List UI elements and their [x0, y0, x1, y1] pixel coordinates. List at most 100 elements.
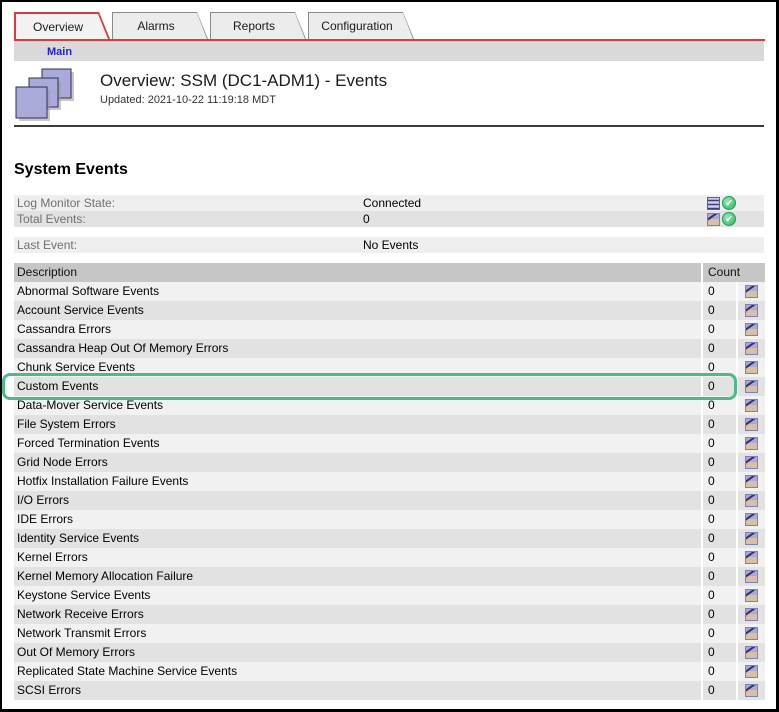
event-chart-cell: [738, 586, 765, 605]
event-count: 0: [703, 510, 736, 529]
header-divider: [14, 125, 764, 127]
chart-line: [746, 419, 757, 427]
chart-icon[interactable]: [745, 361, 758, 374]
chart-icon[interactable]: [745, 532, 758, 545]
event-count: 0: [703, 548, 736, 567]
log-file-icon[interactable]: [707, 196, 720, 210]
page-header: Overview: SSM (DC1-ADM1) - Events Update…: [14, 67, 764, 121]
event-chart-cell: [738, 453, 765, 472]
event-description: Forced Termination Events: [14, 434, 701, 453]
event-description: I/O Errors: [14, 491, 701, 510]
summary-row: Total Events: 0 ✔: [14, 211, 764, 227]
event-row: Out Of Memory Errors 0: [14, 643, 765, 662]
chart-icon[interactable]: [745, 646, 758, 659]
event-count: 0: [703, 662, 736, 681]
chart-icon[interactable]: [745, 570, 758, 583]
event-chart-cell: [738, 377, 765, 396]
chart-icon[interactable]: [745, 551, 758, 564]
status-ok-icon: ✔: [722, 196, 736, 210]
column-header-count: Count: [703, 263, 765, 282]
chart-line: [708, 213, 719, 222]
event-chart-cell: [738, 320, 765, 339]
chart-line: [746, 533, 757, 541]
event-chart-cell: [738, 624, 765, 643]
summary-label: Last Event:: [17, 238, 78, 252]
section-heading: System Events: [14, 161, 128, 178]
tab-configuration[interactable]: Configuration: [308, 12, 414, 39]
chart-line: [746, 495, 757, 503]
event-chart-cell: [738, 491, 765, 510]
chart-icon[interactable]: [745, 304, 758, 317]
summary-label: Log Monitor State:: [17, 196, 116, 210]
chart-line: [746, 647, 757, 655]
event-description: Cassandra Heap Out Of Memory Errors: [14, 339, 701, 358]
chart-icon[interactable]: [745, 380, 758, 393]
tab-alarms[interactable]: Alarms: [112, 12, 208, 39]
chart-line: [746, 362, 757, 370]
breadcrumb-main-link[interactable]: Main: [47, 46, 72, 58]
tab-bar: Overview Alarms Reports Configuration: [14, 12, 764, 39]
chart-icon[interactable]: [745, 285, 758, 298]
chart-icon[interactable]: [745, 475, 758, 488]
event-description: Out Of Memory Errors: [14, 643, 701, 662]
event-row: Data-Mover Service Events 0: [14, 396, 765, 415]
event-count: 0: [703, 339, 736, 358]
page-titles: Overview: SSM (DC1-ADM1) - Events Update…: [100, 67, 387, 106]
summary-icons: ✔: [707, 212, 736, 226]
event-row: Cassandra Errors 0: [14, 320, 765, 339]
event-chart-cell: [738, 643, 765, 662]
chart-icon[interactable]: [707, 212, 720, 226]
summary-value: 0: [363, 212, 370, 226]
breadcrumb: Main: [14, 41, 764, 61]
app-window: { "tabs": [ { "label": "Overview", "acti…: [0, 0, 779, 712]
event-count: 0: [703, 567, 736, 586]
event-description: Hotfix Installation Failure Events: [14, 472, 701, 491]
event-description: IDE Errors: [14, 510, 701, 529]
chart-icon[interactable]: [745, 323, 758, 336]
chart-icon[interactable]: [745, 494, 758, 507]
event-description: Kernel Memory Allocation Failure: [14, 567, 701, 586]
event-description: Cassandra Errors: [14, 320, 701, 339]
event-row: Cassandra Heap Out Of Memory Errors 0: [14, 339, 765, 358]
event-row: Hotfix Installation Failure Events 0: [14, 472, 765, 491]
event-chart-cell: [738, 434, 765, 453]
status-ok-icon: ✔: [722, 212, 736, 226]
event-count: 0: [703, 643, 736, 662]
chart-icon[interactable]: [745, 589, 758, 602]
chart-icon[interactable]: [745, 456, 758, 469]
stacked-squares-icon: [15, 68, 74, 121]
event-description: Identity Service Events: [14, 529, 701, 548]
chart-icon[interactable]: [745, 608, 758, 621]
event-count: 0: [703, 681, 736, 700]
chart-line: [746, 590, 757, 598]
tab-label: Reports: [211, 13, 305, 39]
chart-icon[interactable]: [745, 437, 758, 450]
chart-icon[interactable]: [745, 418, 758, 431]
chart-line: [746, 666, 757, 674]
event-count: 0: [703, 472, 736, 491]
chart-icon[interactable]: [745, 342, 758, 355]
event-row: Network Receive Errors 0: [14, 605, 765, 624]
summary-row: Last Event: No Events: [14, 237, 764, 253]
event-row: Kernel Errors 0: [14, 548, 765, 567]
event-count: 0: [703, 491, 736, 510]
chart-icon[interactable]: [745, 684, 758, 697]
tab-reports[interactable]: Reports: [210, 12, 306, 39]
event-row: Identity Service Events 0: [14, 529, 765, 548]
chart-icon[interactable]: [745, 665, 758, 678]
event-count: 0: [703, 301, 736, 320]
tab-label: Alarms: [113, 13, 207, 39]
chart-icon[interactable]: [745, 399, 758, 412]
chart-icon[interactable]: [745, 513, 758, 526]
event-description: Account Service Events: [14, 301, 701, 320]
summary-value: Connected: [363, 196, 422, 210]
chart-icon[interactable]: [745, 627, 758, 640]
event-description: Chunk Service Events: [14, 358, 701, 377]
events-table: Description Count Abnormal Software Even…: [2, 263, 765, 700]
chart-line: [746, 552, 757, 560]
chart-line: [746, 438, 757, 446]
event-chart-cell: [738, 548, 765, 567]
event-row: Custom Events 0: [14, 377, 765, 396]
tab-overview[interactable]: Overview: [14, 12, 110, 39]
event-count: 0: [703, 605, 736, 624]
